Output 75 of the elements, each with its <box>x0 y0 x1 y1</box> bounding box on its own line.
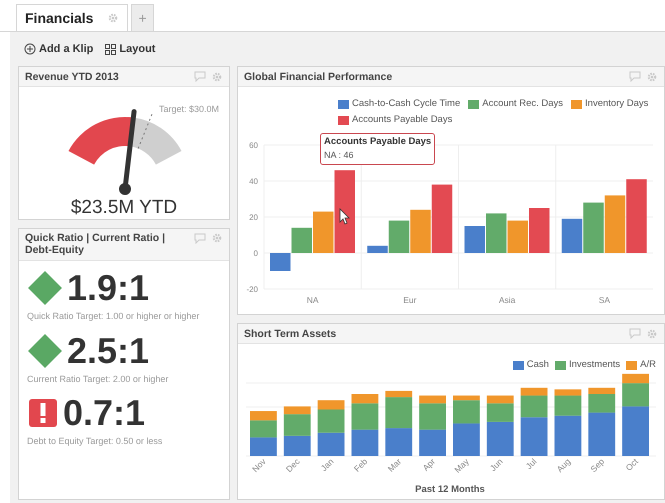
legend-label: Accounts Payable Days <box>352 113 452 128</box>
comment-icon[interactable] <box>194 232 206 244</box>
ratio-caption: Current Ratio Target: 2.00 or higher <box>27 372 170 386</box>
axis-category-label: Dec <box>284 456 302 474</box>
axis-category-label: Nov <box>250 456 268 474</box>
settings-icon[interactable] <box>107 12 120 24</box>
axis-category-label: Feb <box>352 456 370 474</box>
axis-category-label: Mar <box>386 456 404 474</box>
axis-category-label: Oct <box>624 456 640 473</box>
stacked-bar <box>486 396 514 456</box>
panel-title: Revenue YTD 2013 <box>25 70 119 82</box>
comment-icon[interactable] <box>629 328 641 339</box>
comment-icon[interactable] <box>629 71 641 82</box>
grid-icon <box>105 44 116 54</box>
settings-icon[interactable] <box>646 70 658 82</box>
revenue-value: $23.5M YTD <box>70 198 178 218</box>
axis-category-label: Apr <box>420 456 438 473</box>
ratio-value: 0.7:1 <box>63 394 146 432</box>
stacked-bar <box>419 396 446 456</box>
axis-category-label: NA <box>306 295 319 305</box>
stacked-bar <box>453 396 480 456</box>
axis-category-label: Jun <box>488 456 505 474</box>
axis-category-label: May <box>452 456 471 475</box>
ratio-caption: Quick Ratio Target: 1.00 or higher or higher <box>27 310 200 323</box>
toolbar-button[interactable]: Add a Klip <box>24 40 94 58</box>
cursor-icon <box>340 208 350 225</box>
panel-title: Short Term Assets <box>244 328 336 340</box>
ratio-value: 2.5:1 <box>67 332 150 370</box>
panel-title: Global Financial Performance <box>244 70 392 82</box>
legend-label: A/R <box>640 358 656 372</box>
bar <box>529 208 550 253</box>
gauge-fill <box>68 117 134 165</box>
comment-icon[interactable] <box>194 71 206 82</box>
axis-title: Past 12 Months <box>415 484 485 495</box>
axis-category-label: Jul <box>524 456 539 472</box>
bar <box>604 195 626 253</box>
axis-tick-label: -20 <box>246 285 258 294</box>
stacked-bar <box>318 400 345 456</box>
panel-title: Quick Ratio | Current Ratio | Debt-Equity <box>25 232 166 256</box>
ratio-caption: Debt to Equity Target: 0.50 or less <box>27 435 164 448</box>
axis-tick-label: 20 <box>249 213 258 222</box>
stacked-bar <box>554 389 582 456</box>
axis-tick-label: 0 <box>254 249 258 258</box>
settings-icon[interactable] <box>646 328 658 340</box>
axis-category-label: Sep <box>588 456 606 474</box>
stacked-bar <box>385 390 412 456</box>
stacked-bar <box>588 388 616 456</box>
stacked-bar <box>284 406 311 456</box>
tab[interactable]: Financials <box>16 4 128 31</box>
tooltip-title: Accounts Payable Days <box>324 135 432 149</box>
stacked-bar <box>250 411 277 456</box>
bar <box>508 220 528 253</box>
legend-label: Inventory Days <box>585 97 648 111</box>
target-marker <box>138 114 152 150</box>
axis-category-label: Aug <box>554 456 572 474</box>
stacked-bar <box>352 394 378 456</box>
legend-label: Cash-to-Cash Cycle Time <box>352 97 460 111</box>
target-label: Target: $30.0M <box>158 103 220 116</box>
legend-label: Account Rec. Days <box>482 97 564 111</box>
stacked-bar <box>520 388 548 456</box>
ratio-value: 1.9:1 <box>67 269 150 307</box>
add-icon <box>24 43 36 55</box>
settings-icon[interactable] <box>211 70 224 82</box>
axis-category-label: SA <box>598 295 610 305</box>
settings-icon[interactable] <box>211 232 224 244</box>
axis-category-label: Eur <box>403 295 416 305</box>
axis-tick-label: 60 <box>249 141 258 150</box>
legend-label: Cash <box>526 358 549 372</box>
axis-category-label: Asia <box>498 295 516 305</box>
tooltip-text: NA : 46 <box>324 149 355 162</box>
legend-label: Investments <box>568 358 620 372</box>
toolbar-button[interactable]: Layout <box>105 40 156 58</box>
axis-category-label: Jan <box>318 456 336 474</box>
axis-tick-label: 40 <box>249 177 258 186</box>
bar <box>270 253 291 271</box>
